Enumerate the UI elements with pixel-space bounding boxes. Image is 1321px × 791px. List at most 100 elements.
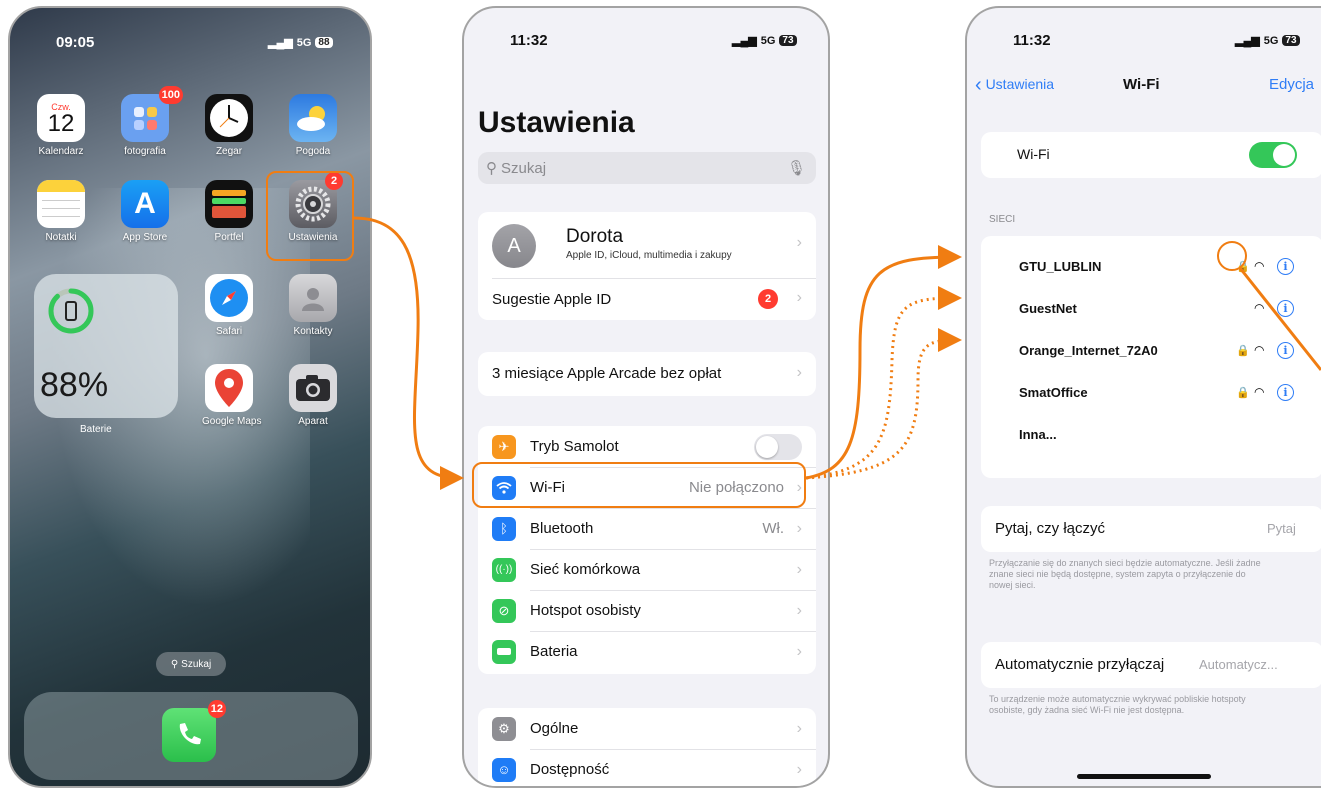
notes-icon — [37, 180, 85, 228]
network-row[interactable]: GuestNet ◠ i — [981, 287, 1321, 329]
microphone-icon[interactable]: 🎙 — [787, 159, 806, 177]
app-label: Zegar — [215, 146, 243, 157]
settings-row-battery[interactable]: Bateria › — [478, 631, 816, 672]
row-label: Tryb Samolot — [530, 438, 619, 455]
battery-percent: 88% — [40, 366, 109, 404]
lock-icon: 🔒 — [1236, 344, 1250, 357]
status-time: 11:32 — [1013, 32, 1051, 49]
wifi-signal-icon: ◠ — [1254, 301, 1265, 315]
calendar-date: 12 — [47, 110, 75, 137]
ask-to-join-row[interactable]: Pytaj, czy łączyć Pytaj — [981, 506, 1321, 552]
profile-row[interactable]: A Dorota Apple ID, iCloud, multimedia i … — [478, 212, 816, 276]
auto-label: Automatycznie przyłączaj — [995, 656, 1165, 673]
status-indicators: ▂▄▆ 5G 88 — [268, 36, 333, 49]
chevron-right-icon: › — [796, 234, 802, 251]
settings-phone: 11:32 ▂▄▆ 5G 73 Ustawienia ⚲ Szukaj 🎙 A … — [462, 6, 830, 788]
app-zegar[interactable]: Zegar — [202, 94, 256, 157]
signal-icon: ▂▄▆ — [268, 37, 293, 49]
status-indicators: ▂▄▆ 5G 73 — [732, 34, 797, 47]
app-portfel[interactable]: Portfel — [202, 180, 256, 243]
cellular-icon: ((·)) — [492, 557, 516, 582]
row-label: Dostępność — [530, 761, 610, 778]
auto-join-hotspot-row[interactable]: Automatycznie przyłączaj Automatycz... — [981, 642, 1321, 688]
page-title: Ustawienia — [478, 106, 635, 139]
highlight-wifi-row — [472, 462, 806, 508]
network-row[interactable]: SmatOffice 🔒 ◠ i — [981, 371, 1321, 413]
app-pogoda[interactable]: Pogoda — [286, 94, 340, 157]
wifi-toggle-label: Wi-Fi — [1017, 146, 1050, 162]
ask-value: Pytaj — [1267, 521, 1296, 536]
notification-badge: 100 — [158, 86, 183, 104]
battery-icon: 73 — [779, 35, 797, 46]
apple-id-suggestions-row[interactable]: Sugestie Apple ID 2 › — [478, 278, 816, 320]
chevron-right-icon: › — [796, 289, 802, 306]
settings-row-airplane[interactable]: ✈ Tryb Samolot — [478, 426, 816, 467]
app-app-store[interactable]: A App Store — [118, 180, 172, 243]
status-time: 11:32 — [510, 32, 548, 49]
network-row[interactable]: Orange_Internet_72A0 🔒 ◠ i — [981, 329, 1321, 371]
app-label: Safari — [215, 326, 243, 337]
edit-button[interactable]: Edycja — [1269, 76, 1314, 93]
bluetooth-icon: ᛒ — [492, 516, 516, 541]
info-icon[interactable]: i — [1277, 299, 1294, 317]
arcade-card[interactable]: 3 miesiące Apple Arcade bez opłat › — [478, 352, 816, 396]
network-row[interactable]: GTU_LUBLIN 🔒 ◠ i — [981, 245, 1321, 287]
status-time: 09:05 — [56, 34, 95, 51]
settings-row-accessibility[interactable]: ☺ Dostępność › — [478, 749, 816, 786]
battery-icon: 73 — [1282, 35, 1300, 46]
app-notatki[interactable]: Notatki — [34, 180, 88, 243]
battery-widget[interactable]: 88% — [34, 274, 178, 418]
info-icon[interactable]: i — [1277, 383, 1294, 401]
app-fotografia[interactable]: 100 fotografia — [118, 86, 183, 157]
profile-card: A Dorota Apple ID, iCloud, multimedia i … — [478, 212, 816, 320]
signal-icon: ▂▄▆ — [1235, 35, 1260, 47]
folder-icon: 100 — [121, 86, 183, 142]
app-kontakty[interactable]: Kontakty — [286, 274, 340, 337]
arcade-label: 3 miesiące Apple Arcade bez opłat — [492, 365, 722, 382]
calendar-icon: Czw. 12 — [37, 94, 85, 142]
app-safari[interactable]: Safari — [202, 274, 256, 337]
network-name: Orange_Internet_72A0 — [1019, 342, 1158, 358]
settings-row-bluetooth[interactable]: ᛒ Bluetooth Wł. › — [478, 508, 816, 549]
search-pill[interactable]: ⚲ Szukaj — [156, 652, 226, 676]
info-icon[interactable]: i — [1277, 341, 1294, 359]
app-google-maps[interactable]: Google Maps — [202, 364, 262, 427]
row-label: Hotspot osobisty — [530, 602, 641, 619]
app-aparat[interactable]: Aparat — [286, 364, 340, 427]
network-type: 5G — [760, 34, 776, 47]
network-name: GTU_LUBLIN — [1019, 258, 1102, 274]
settings-row-cellular[interactable]: ((·)) Sieć komórkowa › — [478, 549, 816, 590]
back-button[interactable]: ‹ Ustawienia — [975, 74, 1054, 97]
weather-icon — [289, 94, 337, 142]
settings-row-general[interactable]: ⚙ Ogólne › — [478, 708, 816, 749]
search-field[interactable]: ⚲ Szukaj 🎙 — [478, 152, 816, 184]
chevron-right-icon: › — [796, 560, 802, 578]
settings-row-hotspot[interactable]: ⊘ Hotspot osobisty › — [478, 590, 816, 631]
nav-title: Wi-Fi — [1123, 76, 1160, 93]
wifi-toggle[interactable] — [1249, 142, 1297, 168]
app-kalendarz[interactable]: Czw. 12 Kalendarz — [34, 94, 88, 157]
app-label: Google Maps — [202, 416, 262, 427]
info-icon[interactable]: i — [1277, 257, 1294, 275]
contacts-icon — [289, 274, 337, 322]
battery-ring-icon — [48, 288, 94, 334]
search-icon: ⚲ — [486, 160, 497, 177]
ask-footer: Przyłączanie się do znanych sieci będzie… — [989, 558, 1261, 590]
wifi-signal-icon: ◠ — [1254, 259, 1265, 273]
wifi-toggle-card: Wi-Fi — [981, 132, 1321, 178]
wifi-signal-icon: ◠ — [1254, 343, 1265, 357]
app-label: Kontakty — [293, 326, 333, 337]
suggestions-label: Sugestie Apple ID — [492, 290, 612, 308]
app-phone[interactable]: 12 — [162, 700, 226, 762]
home-indicator — [1077, 774, 1211, 779]
wifi-signal-icon: ◠ — [1254, 385, 1265, 399]
network-row-other[interactable]: Inna... — [981, 413, 1321, 455]
profile-name: Dorota — [566, 226, 624, 247]
airplane-toggle[interactable] — [754, 434, 802, 460]
accessibility-icon: ☺ — [492, 757, 516, 782]
general-card: ⚙ Ogólne › ☺ Dostępność › — [478, 708, 816, 786]
chevron-right-icon: › — [796, 364, 802, 381]
profile-subtitle: Apple ID, iCloud, multimedia i zakupy — [566, 250, 732, 261]
network-name: GuestNet — [1019, 300, 1077, 316]
ask-label: Pytaj, czy łączyć — [995, 520, 1106, 537]
